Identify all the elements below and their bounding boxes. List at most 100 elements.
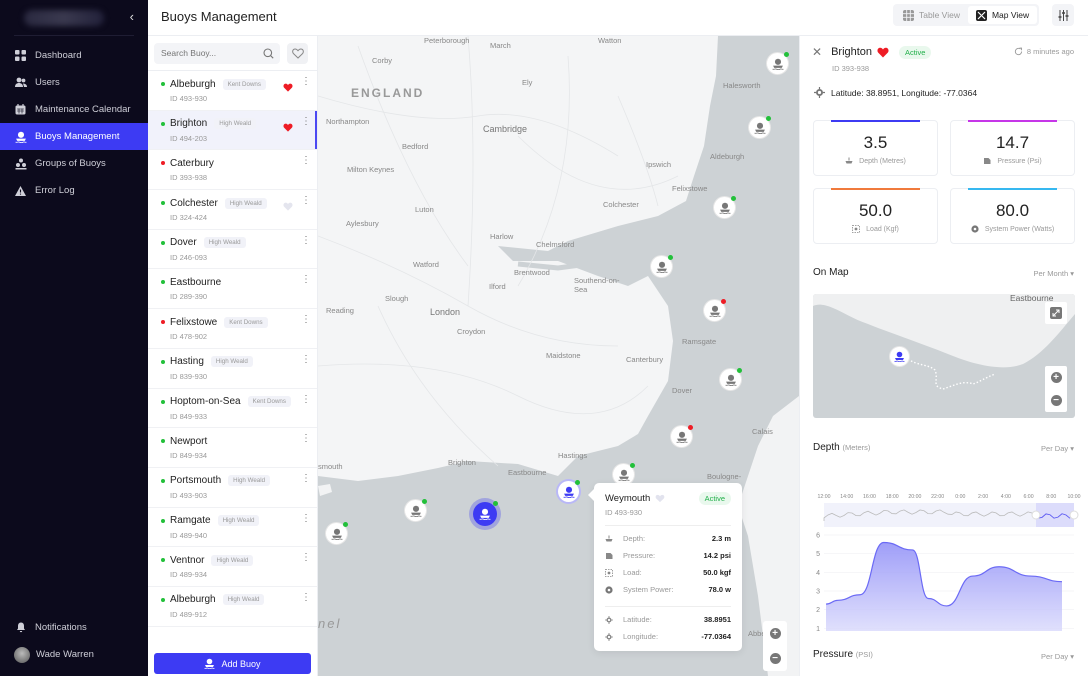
buoy-id: ID 849-933 bbox=[170, 411, 208, 421]
zoom-in-button[interactable]: + bbox=[769, 628, 781, 639]
heart-filled-icon[interactable] bbox=[283, 79, 293, 97]
buoy-map-marker[interactable] bbox=[473, 501, 498, 526]
mini-map[interactable]: Eastbourne + − bbox=[813, 294, 1075, 418]
more-options-icon[interactable]: ⋮ bbox=[301, 473, 311, 484]
heart-filled-icon[interactable] bbox=[283, 119, 293, 137]
buoy-map-marker[interactable] bbox=[704, 299, 726, 321]
status-badge: Active bbox=[698, 492, 731, 505]
more-options-icon[interactable]: ⋮ bbox=[301, 275, 311, 285]
status-dot bbox=[161, 240, 165, 245]
popup-coords: Latitude: 38.8951 Longitude: -77.0364 bbox=[605, 611, 731, 645]
more-options-icon[interactable]: ⋮ bbox=[301, 196, 311, 206]
buoy-list-item[interactable]: Hasting High Weald ID 839-930 ⋮ bbox=[148, 349, 317, 389]
crosshair-icon bbox=[814, 87, 825, 98]
depth-period-select[interactable]: Per Day ▾ bbox=[1041, 444, 1074, 453]
chevron-left-icon[interactable]: ‹ bbox=[130, 9, 134, 24]
more-options-icon[interactable]: ⋮ bbox=[301, 434, 311, 444]
sidebar-item-error-log[interactable]: Error Log bbox=[0, 177, 148, 204]
sidebar-item-notifications[interactable]: Notifications bbox=[0, 614, 148, 641]
overview-selected-range[interactable] bbox=[1036, 503, 1074, 527]
buoy-map-marker[interactable] bbox=[651, 255, 673, 277]
buoy-icon bbox=[409, 505, 422, 517]
more-options-icon[interactable]: ⋮ bbox=[301, 592, 311, 603]
buoy-list-item[interactable]: Newport ID 849-934 ⋮ bbox=[148, 428, 317, 468]
more-options-icon[interactable]: ⋮ bbox=[301, 77, 311, 87]
sidebar-item-dashboard[interactable]: Dashboard bbox=[0, 42, 148, 69]
mini-map-buoy-marker[interactable] bbox=[890, 347, 909, 366]
buoy-list-item[interactable]: Portsmouth High Weald ID 493-903 ⋮ bbox=[148, 468, 317, 508]
buoy-map-marker[interactable] bbox=[405, 499, 427, 521]
search-icon[interactable] bbox=[263, 47, 274, 59]
more-options-icon[interactable]: ⋮ bbox=[301, 156, 311, 166]
buoy-map-marker[interactable] bbox=[326, 522, 348, 544]
sliders-icon bbox=[1058, 9, 1068, 21]
filter-settings-button[interactable] bbox=[1052, 4, 1074, 26]
stat-label: Depth (Metres) bbox=[859, 157, 906, 165]
buoy-map-marker[interactable] bbox=[613, 463, 635, 485]
buoy-list-item[interactable]: Albeburgh High Weald ID 489-912 ⋮ bbox=[148, 587, 317, 627]
search-input[interactable] bbox=[161, 48, 261, 58]
add-buoy-label: Add Buoy bbox=[221, 658, 261, 669]
on-map-period-select[interactable]: Per Month ▾ bbox=[1034, 269, 1074, 278]
sidebar-item-users[interactable]: Users bbox=[0, 69, 148, 96]
calendar-icon bbox=[14, 103, 27, 116]
map-label-city: Colchester bbox=[603, 200, 639, 209]
overview-tick-label: 16:00 bbox=[863, 494, 876, 500]
buoy-list-item[interactable]: Colchester High Weald ID 324-424 ⋮ bbox=[148, 190, 317, 230]
stat-label: Load (Kgf) bbox=[866, 225, 899, 233]
user-profile[interactable]: Wade Warren bbox=[0, 641, 148, 668]
sidebar-item-groups-of-buoys[interactable]: Groups of Buoys bbox=[0, 150, 148, 177]
heart-outline-icon[interactable] bbox=[283, 198, 293, 216]
more-options-icon[interactable]: ⋮ bbox=[301, 235, 311, 246]
more-options-icon[interactable]: ⋮ bbox=[301, 354, 311, 365]
status-dot bbox=[161, 161, 165, 166]
heart-filled-icon[interactable] bbox=[877, 47, 889, 58]
more-options-icon[interactable]: ⋮ bbox=[301, 513, 311, 524]
buoy-icon bbox=[894, 351, 905, 362]
zoom-in-button[interactable]: + bbox=[1050, 372, 1062, 383]
buoy-list-item[interactable]: Ventnor High Weald ID 489-934 ⋮ bbox=[148, 547, 317, 587]
buoy-map-marker[interactable] bbox=[714, 196, 736, 218]
favorites-filter-button[interactable] bbox=[287, 42, 308, 64]
buoy-list-item[interactable]: Brighton High Weald ID 494-203 ⋮ bbox=[148, 110, 317, 151]
range-handle[interactable] bbox=[1031, 510, 1041, 520]
buoy-map-marker[interactable] bbox=[767, 52, 789, 74]
buoy-icon bbox=[724, 374, 737, 386]
buoy-map-marker[interactable] bbox=[558, 480, 580, 502]
buoy-list-item[interactable]: Caterbury ID 393-938 ⋮ bbox=[148, 150, 317, 191]
buoy-list-item[interactable]: Eastbourne ID 289-390 ⋮ bbox=[148, 269, 317, 310]
region-tag: High Weald bbox=[203, 237, 246, 249]
buoy-list-item[interactable]: Hoptom-on-Sea Kent Downs ID 849-933 ⋮ bbox=[148, 389, 317, 429]
expand-map-button[interactable] bbox=[1045, 302, 1067, 324]
sidebar-item-maintenance-calendar[interactable]: Maintenance Calendar bbox=[0, 96, 148, 123]
buoy-map-marker[interactable] bbox=[720, 368, 742, 390]
close-icon[interactable]: ✕ bbox=[812, 45, 822, 59]
pressure-icon bbox=[605, 552, 618, 560]
map-view-button[interactable]: Map View bbox=[967, 6, 1038, 24]
more-options-icon[interactable]: ⋮ bbox=[301, 394, 311, 405]
region-tag: Kent Downs bbox=[224, 316, 268, 328]
add-buoy-button[interactable]: Add Buoy bbox=[154, 653, 311, 674]
buoy-list-item[interactable]: Albeburgh Kent Downs ID 493-930 ⋮ bbox=[148, 71, 317, 111]
buoy-list-item[interactable]: Dover High Weald ID 246-093 ⋮ bbox=[148, 230, 317, 270]
more-options-icon[interactable]: ⋮ bbox=[301, 553, 311, 563]
buoy-map-marker[interactable] bbox=[749, 116, 771, 138]
map-view[interactable]: ENGLAND Peterborough March Corby Ely Nor… bbox=[318, 36, 799, 676]
sidebar-item-buoys-management[interactable]: Buoys Management bbox=[0, 123, 148, 150]
more-options-icon[interactable]: ⋮ bbox=[301, 315, 311, 325]
table-view-button[interactable]: Table View bbox=[895, 6, 968, 24]
buoy-icon bbox=[330, 528, 343, 540]
more-options-icon[interactable]: ⋮ bbox=[301, 116, 311, 127]
buoy-name: Hoptom-on-Sea bbox=[170, 396, 241, 407]
coordinates-text: Latitude: 38.8951, Longitude: -77.0364 bbox=[831, 87, 978, 98]
buoy-list-item[interactable]: Ramgate High Weald ID 489-940 ⋮ bbox=[148, 508, 317, 548]
heart-outline-icon[interactable] bbox=[655, 494, 665, 503]
buoy-list-item[interactable]: Felixstowe Kent Downs ID 478-902 ⋮ bbox=[148, 309, 317, 349]
map-label-city: Northampton bbox=[326, 117, 370, 126]
last-updated[interactable]: 8 minutes ago bbox=[1014, 47, 1074, 56]
zoom-out-button[interactable]: − bbox=[769, 653, 781, 664]
pressure-period-select[interactable]: Per Day ▾ bbox=[1041, 652, 1074, 661]
buoy-map-marker[interactable] bbox=[671, 425, 693, 447]
range-handle[interactable] bbox=[1069, 510, 1079, 520]
zoom-out-button[interactable]: − bbox=[1050, 395, 1062, 406]
